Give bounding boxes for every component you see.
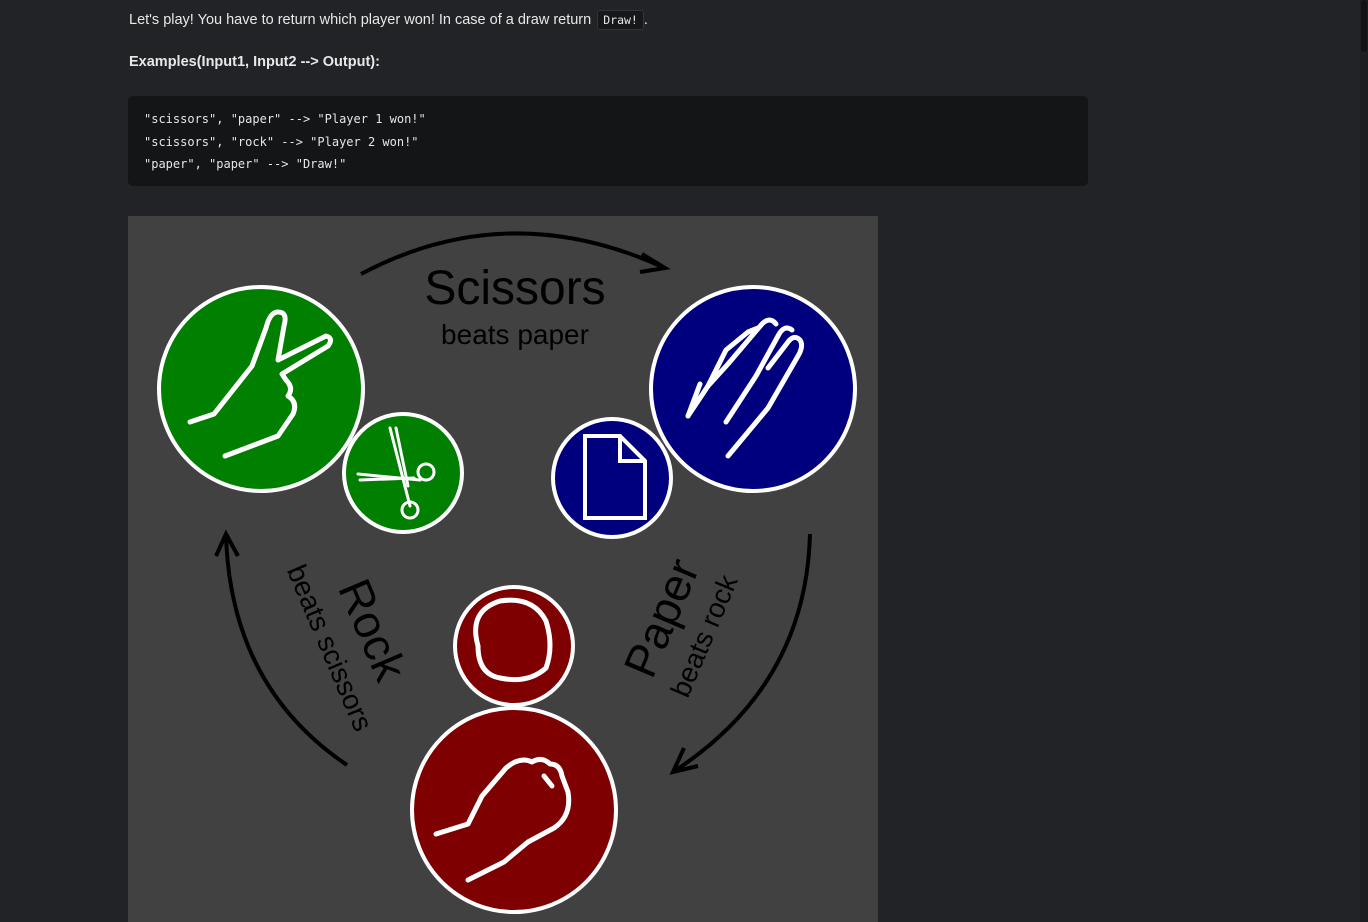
intro-text: Let's play! You have to return which pla…: [129, 12, 592, 28]
example-line: "scissors", "rock" --> "Player 2 won!": [144, 134, 419, 149]
page: Let's play! You have to return which pla…: [0, 0, 1368, 922]
draw-inline-code: Draw!: [597, 10, 644, 30]
examples-code-block[interactable]: "scissors", "paper" --> "Player 1 won!" …: [128, 96, 1088, 186]
scissors-title: Scissors: [424, 262, 605, 315]
example-line: "paper", "paper" --> "Draw!": [144, 157, 347, 171]
rock-small-circle: [453, 585, 575, 707]
intro-paragraph: Let's play! You have to return which pla…: [129, 9, 648, 31]
rock-paper-scissors-diagram: Scissors beats paper Rock beats scissors…: [128, 216, 878, 922]
right-arrow-head: [669, 747, 699, 775]
examples-heading: Examples(Input1, Input2 --> Output):: [129, 54, 380, 70]
scissors-circle: [157, 285, 365, 493]
paper-circle: [649, 285, 857, 493]
rock-label-group: Rock beats scissors: [281, 560, 418, 735]
example-line: "scissors", "paper" --> "Player 1 won!": [144, 112, 426, 126]
diagram-svg: Scissors beats paper Rock beats scissors…: [157, 231, 857, 914]
rock-circle: [410, 706, 618, 914]
paper-label-group: Paper beats rock: [613, 551, 744, 701]
intro-suffix: .: [643, 12, 648, 28]
page-scrollbar-track[interactable]: [1360, 0, 1368, 922]
scissors-subtitle: beats paper: [441, 319, 589, 350]
page-scrollbar-thumb[interactable]: [1361, 0, 1367, 52]
